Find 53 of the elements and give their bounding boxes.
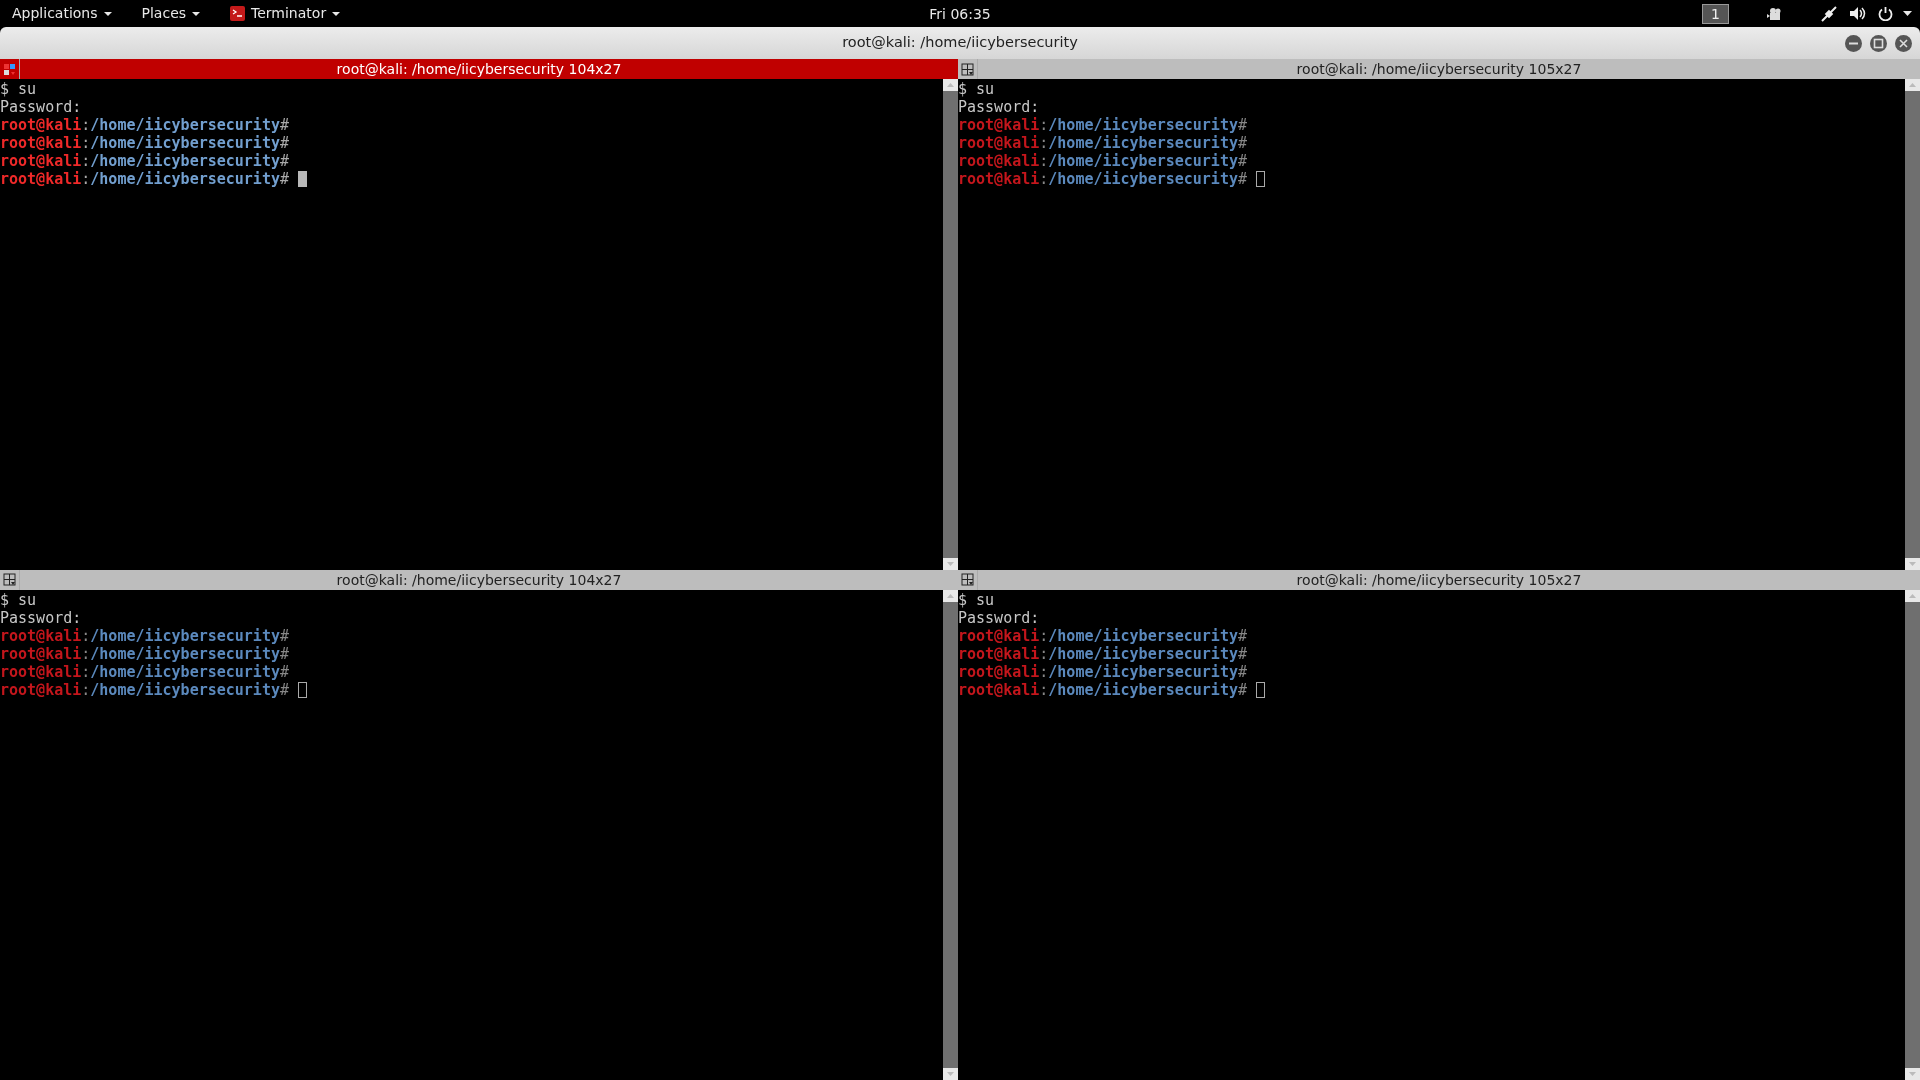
terminal-app-icon — [230, 6, 246, 21]
close-button[interactable] — [1895, 34, 1912, 52]
layout-grid-icon — [3, 62, 16, 76]
prompt-text: root@kali:/home/iicybersecurity# — [0, 680, 289, 699]
prompt-text: root@kali:/home/iicybersecurity# — [0, 152, 289, 170]
pane-title: root@kali: /home/iicybersecurity 105x27 — [1296, 570, 1582, 590]
volume-icon — [1849, 6, 1866, 21]
minus-icon — [1849, 42, 1858, 44]
square-icon — [1873, 38, 1884, 48]
caret-icon — [103, 11, 112, 16]
menu-button[interactable]: Terminator — [226, 3, 345, 24]
terminal-line: Password: — [0, 608, 82, 627]
prompt-text: root@kali:/home/iicybersecurity# — [958, 170, 1247, 188]
prompt-text: root@kali:/home/iicybersecurity# — [0, 644, 289, 663]
workspace-button[interactable]: 1 — [1702, 3, 1729, 24]
prompt-text: root@kali:/home/iicybersecurity# — [958, 116, 1247, 134]
prompt-text: root@kali:/home/iicybersecurity# — [958, 626, 1247, 645]
prompt-text: root@kali:/home/iicybersecurity# — [0, 116, 289, 134]
menu-button[interactable]: Places — [137, 3, 205, 24]
terminal-line: $ su — [958, 80, 995, 98]
caret-icon — [1903, 11, 1912, 16]
caret-icon — [192, 11, 201, 16]
prompt-text: root@kali:/home/iicybersecurity# — [958, 152, 1247, 170]
terminal-line: Password: — [958, 98, 1040, 116]
caret-icon — [332, 11, 341, 16]
prompt-text: root@kali:/home/iicybersecurity# — [0, 626, 289, 645]
network-cable-icon — [1821, 5, 1837, 22]
layout-grid-icon — [961, 573, 974, 586]
terminal-line: $ su — [958, 590, 995, 609]
window-title: root@kali: /home/iicybersecurity — [842, 33, 1078, 53]
prompt-text: root@kali:/home/iicybersecurity# — [958, 644, 1247, 663]
prompt-text: root@kali:/home/iicybersecurity# — [958, 662, 1247, 681]
layout-grid-icon — [961, 62, 974, 76]
prompt-text: root@kali:/home/iicybersecurity# — [0, 134, 289, 152]
layout-grid-icon — [3, 573, 16, 586]
minimize-button[interactable] — [1845, 34, 1862, 52]
pane-title: root@kali: /home/iicybersecurity 104x27 — [336, 59, 622, 79]
pane-title: root@kali: /home/iicybersecurity 104x27 — [336, 570, 622, 590]
menu-button[interactable]: Applications — [8, 3, 116, 24]
prompt-text: root@kali:/home/iicybersecurity# — [0, 662, 289, 681]
pane-title: root@kali: /home/iicybersecurity 105x27 — [1296, 59, 1582, 79]
maximize-button[interactable] — [1870, 34, 1887, 52]
prompt-text: root@kali:/home/iicybersecurity# — [958, 134, 1247, 152]
clock-text: Fri 06:35 — [929, 4, 991, 23]
terminal-line: $ su — [0, 590, 37, 609]
power-icon — [1878, 6, 1893, 21]
prompt-text: root@kali:/home/iicybersecurity# — [0, 170, 289, 188]
terminal-line: $ su — [0, 80, 37, 98]
terminal-line: Password: — [0, 98, 82, 116]
close-icon — [1899, 38, 1908, 48]
terminal-line: Password: — [958, 608, 1040, 627]
prompt-text: root@kali:/home/iicybersecurity# — [958, 680, 1247, 699]
camera-icon — [1767, 7, 1783, 20]
